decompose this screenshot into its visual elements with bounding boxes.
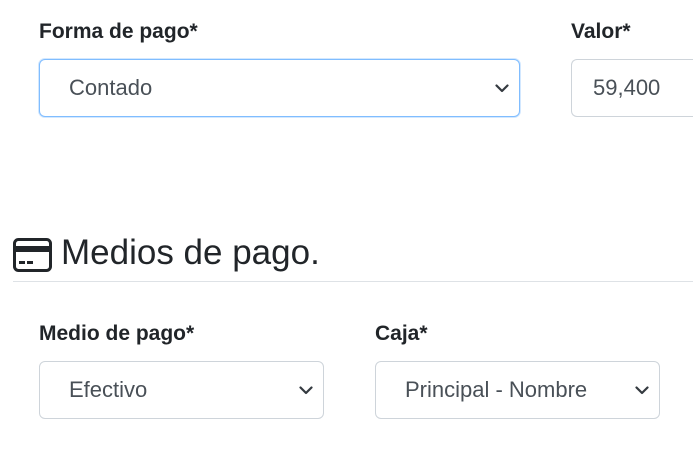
forma-de-pago-select[interactable]: Contado <box>39 59 520 117</box>
forma-de-pago-value: Contado <box>69 75 153 100</box>
chevron-down-icon <box>635 386 649 395</box>
section-divider <box>13 281 693 282</box>
chevron-down-icon <box>299 386 313 395</box>
chevron-down-icon <box>495 84 509 93</box>
payment-form-page: Forma de pago* Contado Valor* 59,400 Med… <box>0 0 693 449</box>
credit-card-icon <box>13 238 52 272</box>
valor-label: Valor* <box>571 20 631 43</box>
medios-de-pago-heading: Medios de pago. <box>61 233 320 272</box>
caja-label: Caja* <box>375 322 428 345</box>
medio-de-pago-select[interactable]: Efectivo <box>39 361 324 419</box>
forma-de-pago-label: Forma de pago* <box>39 20 198 43</box>
medio-de-pago-value: Efectivo <box>69 377 148 402</box>
valor-input[interactable]: 59,400 <box>571 59 693 117</box>
valor-value: 59,400 <box>593 75 661 100</box>
caja-select[interactable]: Principal - Nombre <box>375 361 660 419</box>
medio-de-pago-label: Medio de pago* <box>39 322 195 345</box>
caja-value: Principal - Nombre <box>405 377 588 402</box>
